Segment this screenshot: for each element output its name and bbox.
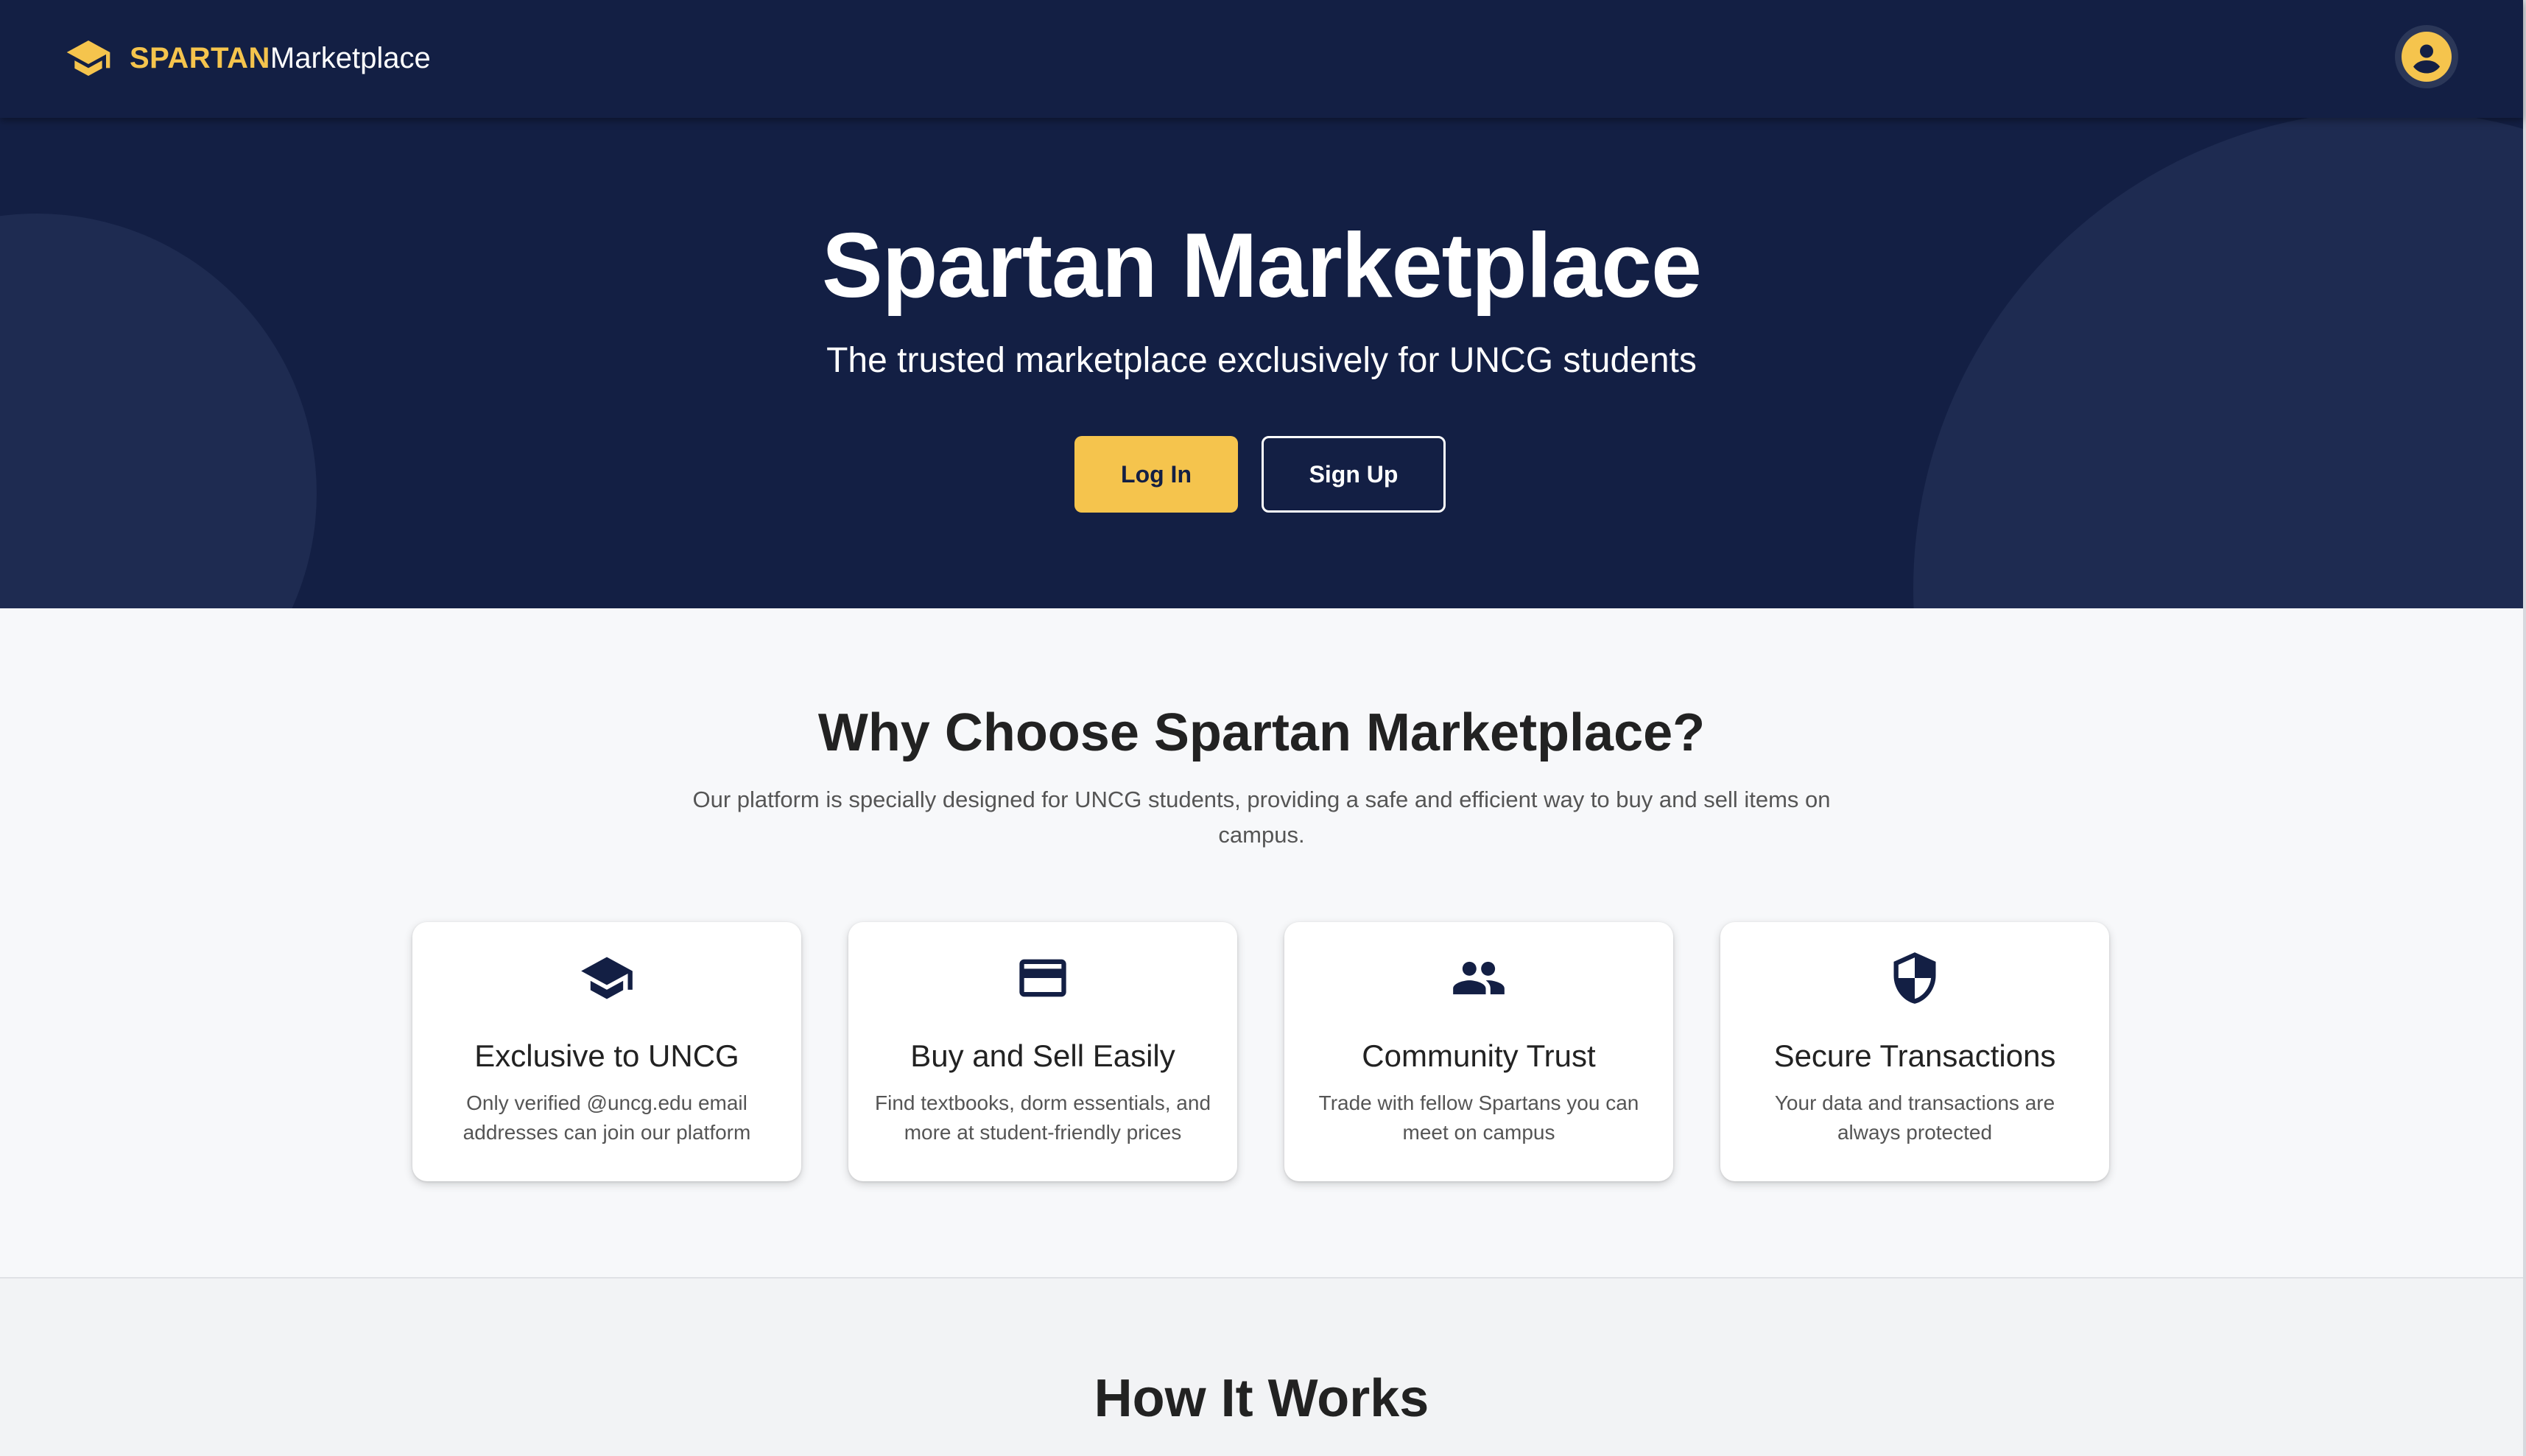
user-avatar-button[interactable] <box>2395 25 2458 88</box>
brand-name-primary: SPARTAN <box>130 41 270 74</box>
hero-section: Spartan Marketplace The trusted marketpl… <box>0 118 2523 608</box>
graduation-cap-icon <box>412 950 801 1006</box>
feature-card-title: Community Trust <box>1362 1038 1596 1073</box>
page-scrollbar[interactable] <box>2523 0 2526 1456</box>
feature-card-title: Secure Transactions <box>1773 1038 2056 1073</box>
feature-cards: Exclusive to UNCG Only verified @uncg.ed… <box>412 922 2109 1181</box>
people-icon <box>1284 950 1673 1006</box>
feature-card-title: Buy and Sell Easily <box>910 1038 1175 1073</box>
features-section: Why Choose Spartan Marketplace? Our plat… <box>0 608 2523 1279</box>
top-navbar: SPARTAN Marketplace <box>0 0 2523 118</box>
hero-title: Spartan Marketplace <box>822 215 1702 317</box>
feature-card-exclusive: Exclusive to UNCG Only verified @uncg.ed… <box>412 922 801 1181</box>
feature-card-secure: Secure Transactions Your data and transa… <box>1720 922 2109 1181</box>
login-button[interactable]: Log In <box>1074 436 1238 513</box>
signup-button[interactable]: Sign Up <box>1262 436 1446 513</box>
feature-card-text: Only verified @uncg.edu email addresses … <box>462 1091 751 1144</box>
how-it-works-title: How It Works <box>1094 1369 1429 1428</box>
feature-card-buy-sell: Buy and Sell Easily Find textbooks, dorm… <box>848 922 1237 1181</box>
feature-card-text: Trade with fellow Spartans you can meet … <box>1318 1091 1639 1144</box>
feature-card-community: Community Trust Trade with fellow Sparta… <box>1284 922 1673 1181</box>
brand-name-secondary: Marketplace <box>270 41 431 74</box>
brand-logo-link[interactable]: SPARTAN Marketplace <box>65 32 431 84</box>
graduation-cap-icon <box>65 35 112 82</box>
hero-button-group: Log In Sign Up <box>0 436 2523 513</box>
account-circle-icon <box>2402 32 2452 82</box>
hero-subtitle: The trusted marketplace exclusively for … <box>826 341 1697 380</box>
features-title: Why Choose Spartan Marketplace? <box>817 703 1706 762</box>
feature-card-text: Your data and transactions are always pr… <box>1774 1091 2055 1144</box>
shield-icon <box>1720 950 2109 1006</box>
feature-card-title: Exclusive to UNCG <box>474 1038 739 1073</box>
how-it-works-section: How It Works <box>0 1279 2523 1456</box>
credit-card-icon <box>848 950 1237 1006</box>
features-description: Our platform is specially designed for U… <box>692 787 1831 848</box>
feature-card-text: Find textbooks, dorm essentials, and mor… <box>875 1091 1211 1144</box>
